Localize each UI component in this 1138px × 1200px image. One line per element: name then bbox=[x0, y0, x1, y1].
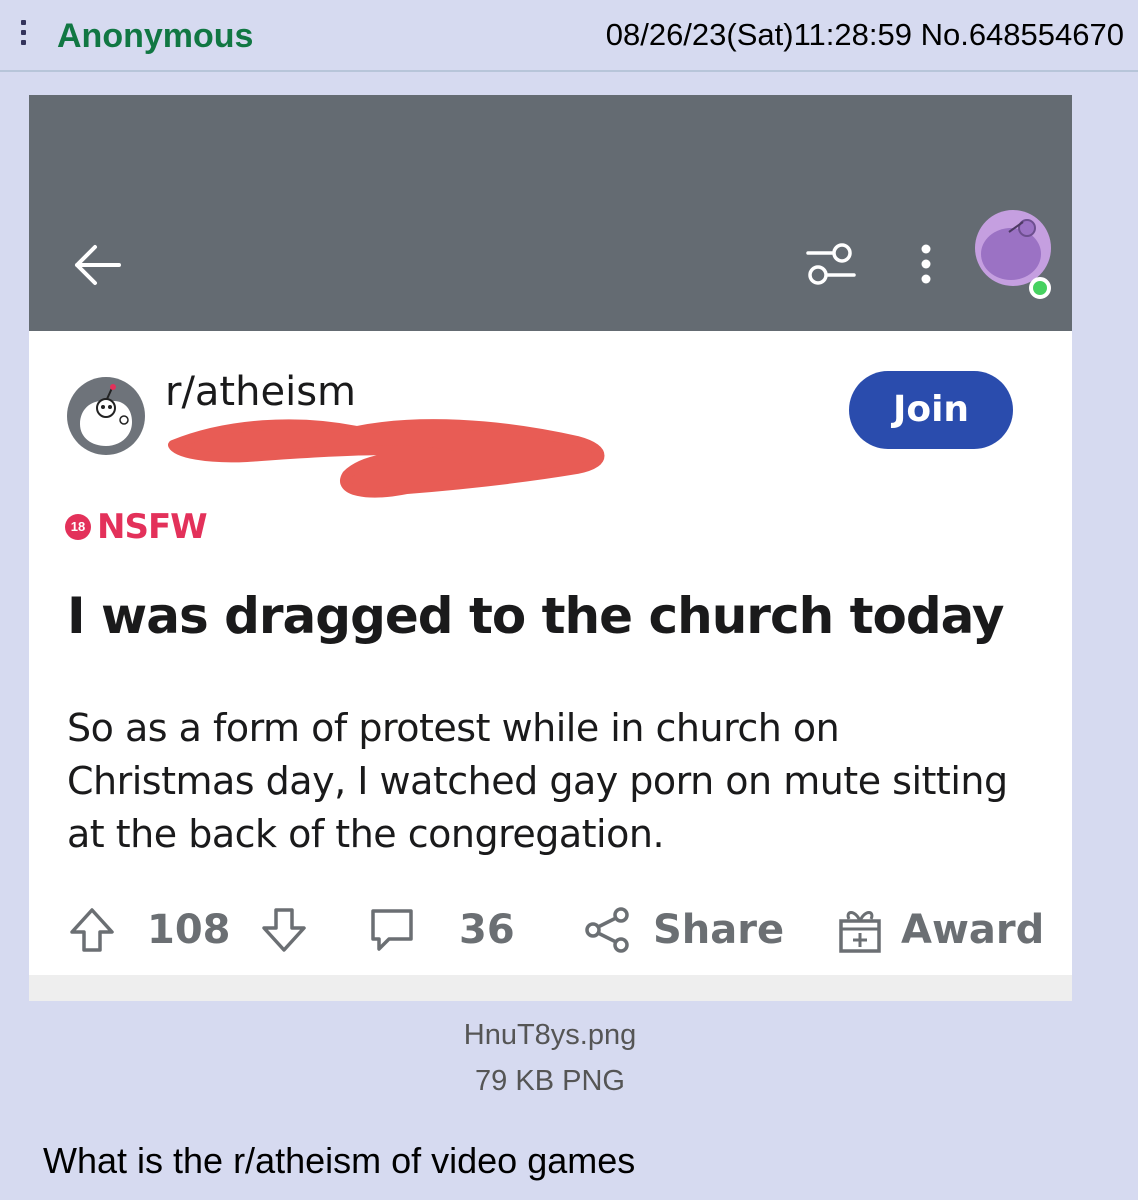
share-label: Share bbox=[653, 907, 785, 953]
post-menu-icon[interactable] bbox=[18, 20, 30, 54]
upvote-icon[interactable] bbox=[67, 905, 117, 955]
post-comment: What is the r/atheism of video games bbox=[43, 1140, 636, 1181]
nsfw-tag: 18 NSFW bbox=[65, 507, 208, 547]
post-header: Anonymous 08/26/23(Sat)11:28:59 No.64855… bbox=[0, 0, 1138, 72]
filter-icon[interactable] bbox=[804, 241, 858, 287]
award-button[interactable]: Award bbox=[835, 900, 1044, 960]
upvote-count: 108 bbox=[147, 907, 231, 953]
post-title: I was dragged to the church today bbox=[67, 587, 1004, 645]
back-arrow-icon[interactable] bbox=[69, 237, 125, 293]
reddit-screenshot[interactable]: r/atheism Join 18 NSFW I was dragged to … bbox=[29, 95, 1072, 1001]
user-avatar[interactable] bbox=[973, 208, 1055, 302]
redaction-scribble bbox=[168, 419, 605, 498]
nsfw-18-icon: 18 bbox=[65, 514, 91, 540]
poster-name: Anonymous bbox=[57, 17, 254, 55]
file-info: HnuT8ys.png 79 KB PNG bbox=[0, 1012, 1100, 1104]
comment-count: 36 bbox=[459, 907, 515, 953]
subreddit-name[interactable]: r/atheism bbox=[165, 369, 356, 415]
nsfw-label: NSFW bbox=[97, 507, 208, 547]
snoo-icon[interactable] bbox=[66, 376, 146, 456]
vote-bar: 108 bbox=[67, 900, 309, 960]
comments-button[interactable]: 36 bbox=[367, 900, 515, 960]
post-number[interactable]: No.648554670 bbox=[921, 17, 1124, 52]
award-label: Award bbox=[901, 907, 1045, 953]
file-size: 79 KB PNG bbox=[475, 1065, 625, 1097]
share-icon bbox=[585, 907, 629, 953]
share-button[interactable]: Share bbox=[583, 900, 784, 960]
downvote-icon[interactable] bbox=[259, 905, 309, 955]
kebab-menu-icon[interactable] bbox=[914, 241, 938, 287]
comment-icon bbox=[371, 909, 413, 951]
post-body: So as a form of protest while in church … bbox=[67, 706, 1008, 856]
post-datetime: 08/26/23(Sat)11:28:59 bbox=[605, 17, 912, 52]
award-icon bbox=[839, 911, 881, 953]
post-meta: 08/26/23(Sat)11:28:59 No.648554670 bbox=[606, 17, 1124, 53]
app-bar bbox=[29, 95, 1072, 331]
card-divider bbox=[29, 975, 1072, 1001]
join-button[interactable]: Join bbox=[849, 371, 1013, 449]
file-name[interactable]: HnuT8ys.png bbox=[0, 1012, 1100, 1058]
